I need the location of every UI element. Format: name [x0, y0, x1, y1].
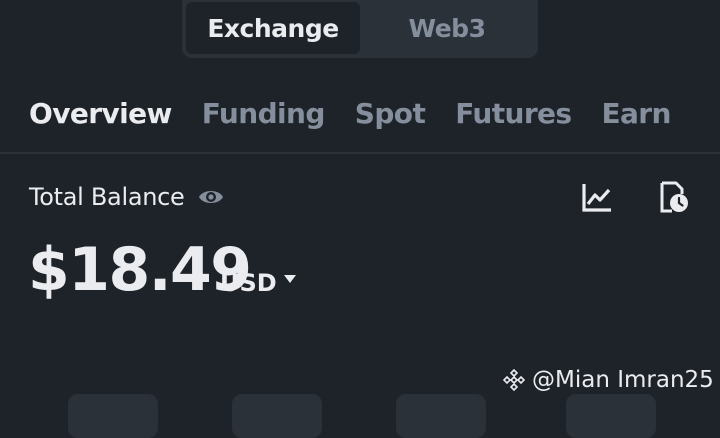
tab-overview[interactable]: Overview	[29, 94, 172, 134]
action-button-4[interactable]	[566, 394, 656, 438]
tabs-divider	[0, 152, 720, 154]
binance-logo-icon	[502, 368, 526, 392]
tab-futures[interactable]: Futures	[455, 94, 572, 134]
action-button-1[interactable]	[68, 394, 158, 438]
web3-toggle[interactable]: Web3	[360, 2, 534, 54]
watermark: @Mian Imran25	[502, 364, 714, 396]
chart-icon[interactable]	[580, 180, 614, 214]
tab-earn[interactable]: Earn	[601, 94, 671, 134]
wallet-tabs: Overview Funding Spot Futures Earn	[29, 94, 701, 134]
exchange-toggle[interactable]: Exchange	[186, 2, 360, 54]
currency-selector[interactable]: USD	[220, 266, 277, 300]
action-button-3[interactable]	[396, 394, 486, 438]
account-type-switch: Exchange Web3	[182, 0, 538, 58]
balance-amount: $18.49	[28, 235, 252, 305]
tab-funding[interactable]: Funding	[202, 94, 326, 134]
caret-down-icon[interactable]	[283, 274, 297, 284]
total-balance-label: Total Balance	[29, 183, 185, 211]
tab-spot[interactable]: Spot	[355, 94, 426, 134]
action-button-2[interactable]	[232, 394, 322, 438]
eye-icon[interactable]	[197, 184, 225, 210]
history-icon[interactable]	[658, 180, 690, 214]
watermark-text: @Mian Imran25	[532, 367, 714, 393]
